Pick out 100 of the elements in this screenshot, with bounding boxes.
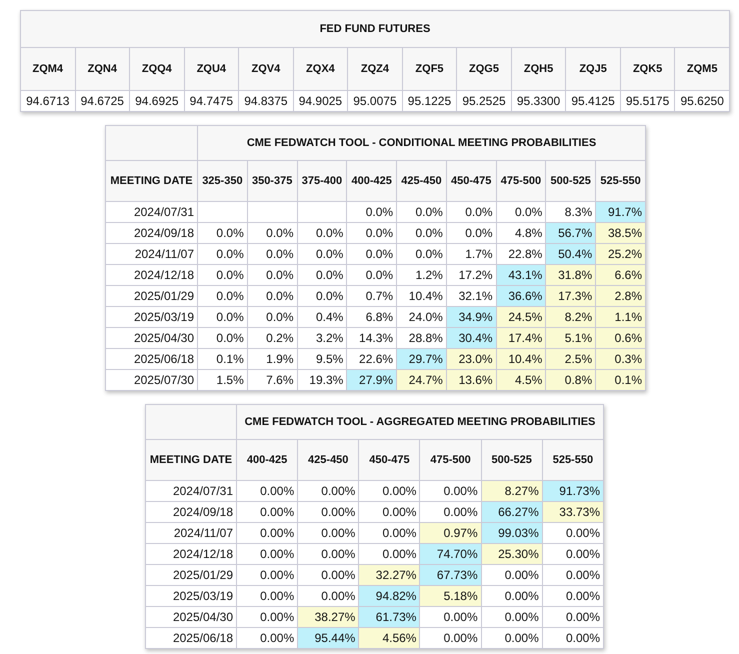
- column-header: 525-550: [596, 160, 646, 202]
- column-header: ZQZ4: [348, 48, 402, 90]
- table-cell: 9.5%: [297, 348, 347, 370]
- table-cell: 10.4%: [496, 348, 546, 370]
- table-cell: 0.00%: [358, 502, 420, 522]
- table-cell: 0.0%: [198, 222, 248, 244]
- table-cell: 0.00%: [542, 544, 604, 564]
- table-cell: 31.8%: [546, 264, 596, 286]
- column-header: 500-525: [481, 440, 542, 480]
- table-cell: 94.82%: [358, 586, 420, 606]
- table-cell: 0.97%: [420, 522, 482, 544]
- table-cell: 0.00%: [481, 586, 542, 606]
- column-header: 425-450: [396, 160, 446, 202]
- table-cell: 24.7%: [396, 370, 446, 390]
- table-cell: 95.6250: [674, 90, 730, 112]
- table-cell: 95.0075: [348, 90, 402, 112]
- table-cell: 6.6%: [596, 264, 646, 286]
- table-cell: 3.2%: [297, 328, 347, 348]
- column-header: 400-425: [346, 160, 397, 202]
- table-cell: 91.73%: [542, 480, 604, 502]
- date-cell: 2025/04/30: [106, 328, 198, 348]
- table-cell: 14.3%: [346, 328, 397, 348]
- table-cell: 0.00%: [298, 480, 359, 502]
- table-title: CME FEDWATCH TOOL - AGGREGATED MEETING PROBABILITIES: [236, 404, 604, 440]
- table-cell: 0.7%: [346, 286, 397, 306]
- column-header: 500-525: [546, 160, 596, 202]
- table-cell: 0.0%: [297, 286, 347, 306]
- column-header: 475-500: [496, 160, 546, 202]
- table-cell: 0.00%: [236, 480, 298, 502]
- table-cell: 43.1%: [496, 264, 546, 286]
- table-cell: 94.8375: [238, 90, 294, 112]
- table-cell: 0.00%: [420, 480, 482, 502]
- column-header: ZQV4: [238, 48, 294, 90]
- table-cell: 0.0%: [346, 222, 397, 244]
- date-cell: 2025/06/18: [146, 628, 236, 648]
- table-cell: 0.0%: [496, 202, 546, 222]
- table-cell: 5.18%: [420, 586, 482, 606]
- table-cell: 0.0%: [446, 202, 496, 222]
- date-cell: 2025/03/19: [146, 586, 236, 606]
- table-cell: 33.73%: [542, 502, 604, 522]
- table-cell: 38.27%: [298, 606, 359, 628]
- table-cell: 99.03%: [481, 522, 542, 544]
- table-cell: 5.1%: [546, 328, 596, 348]
- column-header: 450-475: [446, 160, 496, 202]
- table-cell: 95.2525: [456, 90, 512, 112]
- table-cell: 0.0%: [297, 264, 347, 286]
- date-cell: 2024/11/07: [106, 244, 198, 264]
- table-cell: 0.00%: [420, 606, 482, 628]
- column-header: 425-450: [298, 440, 359, 480]
- table-cell: 0.0%: [346, 202, 397, 222]
- date-cell: 2025/06/18: [106, 348, 198, 370]
- column-header: 475-500: [420, 440, 482, 480]
- column-header: ZQQ4: [130, 48, 184, 90]
- table-cell: 0.00%: [236, 544, 298, 564]
- table-cell: 17.2%: [446, 264, 496, 286]
- date-cell: 2025/04/30: [146, 606, 236, 628]
- table-cell: 0.00%: [236, 564, 298, 586]
- table-cell: 0.0%: [396, 244, 446, 264]
- column-header: ZQX4: [293, 48, 348, 90]
- date-cell: 2025/07/30: [106, 370, 198, 390]
- table-cell: 23.0%: [446, 348, 496, 370]
- column-header: 375-400: [297, 160, 347, 202]
- table-cell: 0.00%: [358, 480, 420, 502]
- table-title: FED FUND FUTURES: [20, 10, 730, 48]
- date-cell: 2024/11/07: [146, 522, 236, 544]
- table-cell: 38.5%: [596, 222, 646, 244]
- date-cell: 2025/01/29: [106, 286, 198, 306]
- table-cell: 8.2%: [546, 306, 596, 328]
- table-cell: 29.7%: [396, 348, 446, 370]
- column-header: 450-475: [358, 440, 420, 480]
- column-header: MEETING DATE: [146, 440, 236, 480]
- table-cell: 0.00%: [542, 586, 604, 606]
- table-cell: 0.00%: [236, 522, 298, 544]
- date-cell: 2024/09/18: [106, 222, 198, 244]
- column-header: ZQH5: [511, 48, 566, 90]
- table-cell: 67.73%: [420, 564, 482, 586]
- table-cell: 61.73%: [358, 606, 420, 628]
- column-header: ZQG5: [456, 48, 512, 90]
- date-cell: 2024/12/18: [146, 544, 236, 564]
- table-cell: 0.8%: [546, 370, 596, 390]
- table-cell: 0.00%: [481, 606, 542, 628]
- table-cell: 0.4%: [297, 306, 347, 328]
- date-cell: 2024/09/18: [146, 502, 236, 522]
- table-cell: 25.2%: [596, 244, 646, 264]
- table-cell: 36.6%: [496, 286, 546, 306]
- table-cell: 0.1%: [198, 348, 248, 370]
- table-cell: 0.0%: [198, 264, 248, 286]
- table-cell: 0.00%: [298, 522, 359, 544]
- table-cell: 0.6%: [596, 328, 646, 348]
- table-cell: 94.6713: [20, 90, 76, 112]
- table-cell: 0.00%: [542, 564, 604, 586]
- column-header: 400-425: [236, 440, 298, 480]
- table-cell: 34.9%: [446, 306, 496, 328]
- date-cell: 2024/12/18: [106, 264, 198, 286]
- table-cell: 94.7475: [184, 90, 239, 112]
- table-cell: 32.27%: [358, 564, 420, 586]
- table-cell: 1.2%: [396, 264, 446, 286]
- table-cell: 17.3%: [546, 286, 596, 306]
- table-cell: 0.0%: [297, 244, 347, 264]
- column-header: 350-375: [247, 160, 298, 202]
